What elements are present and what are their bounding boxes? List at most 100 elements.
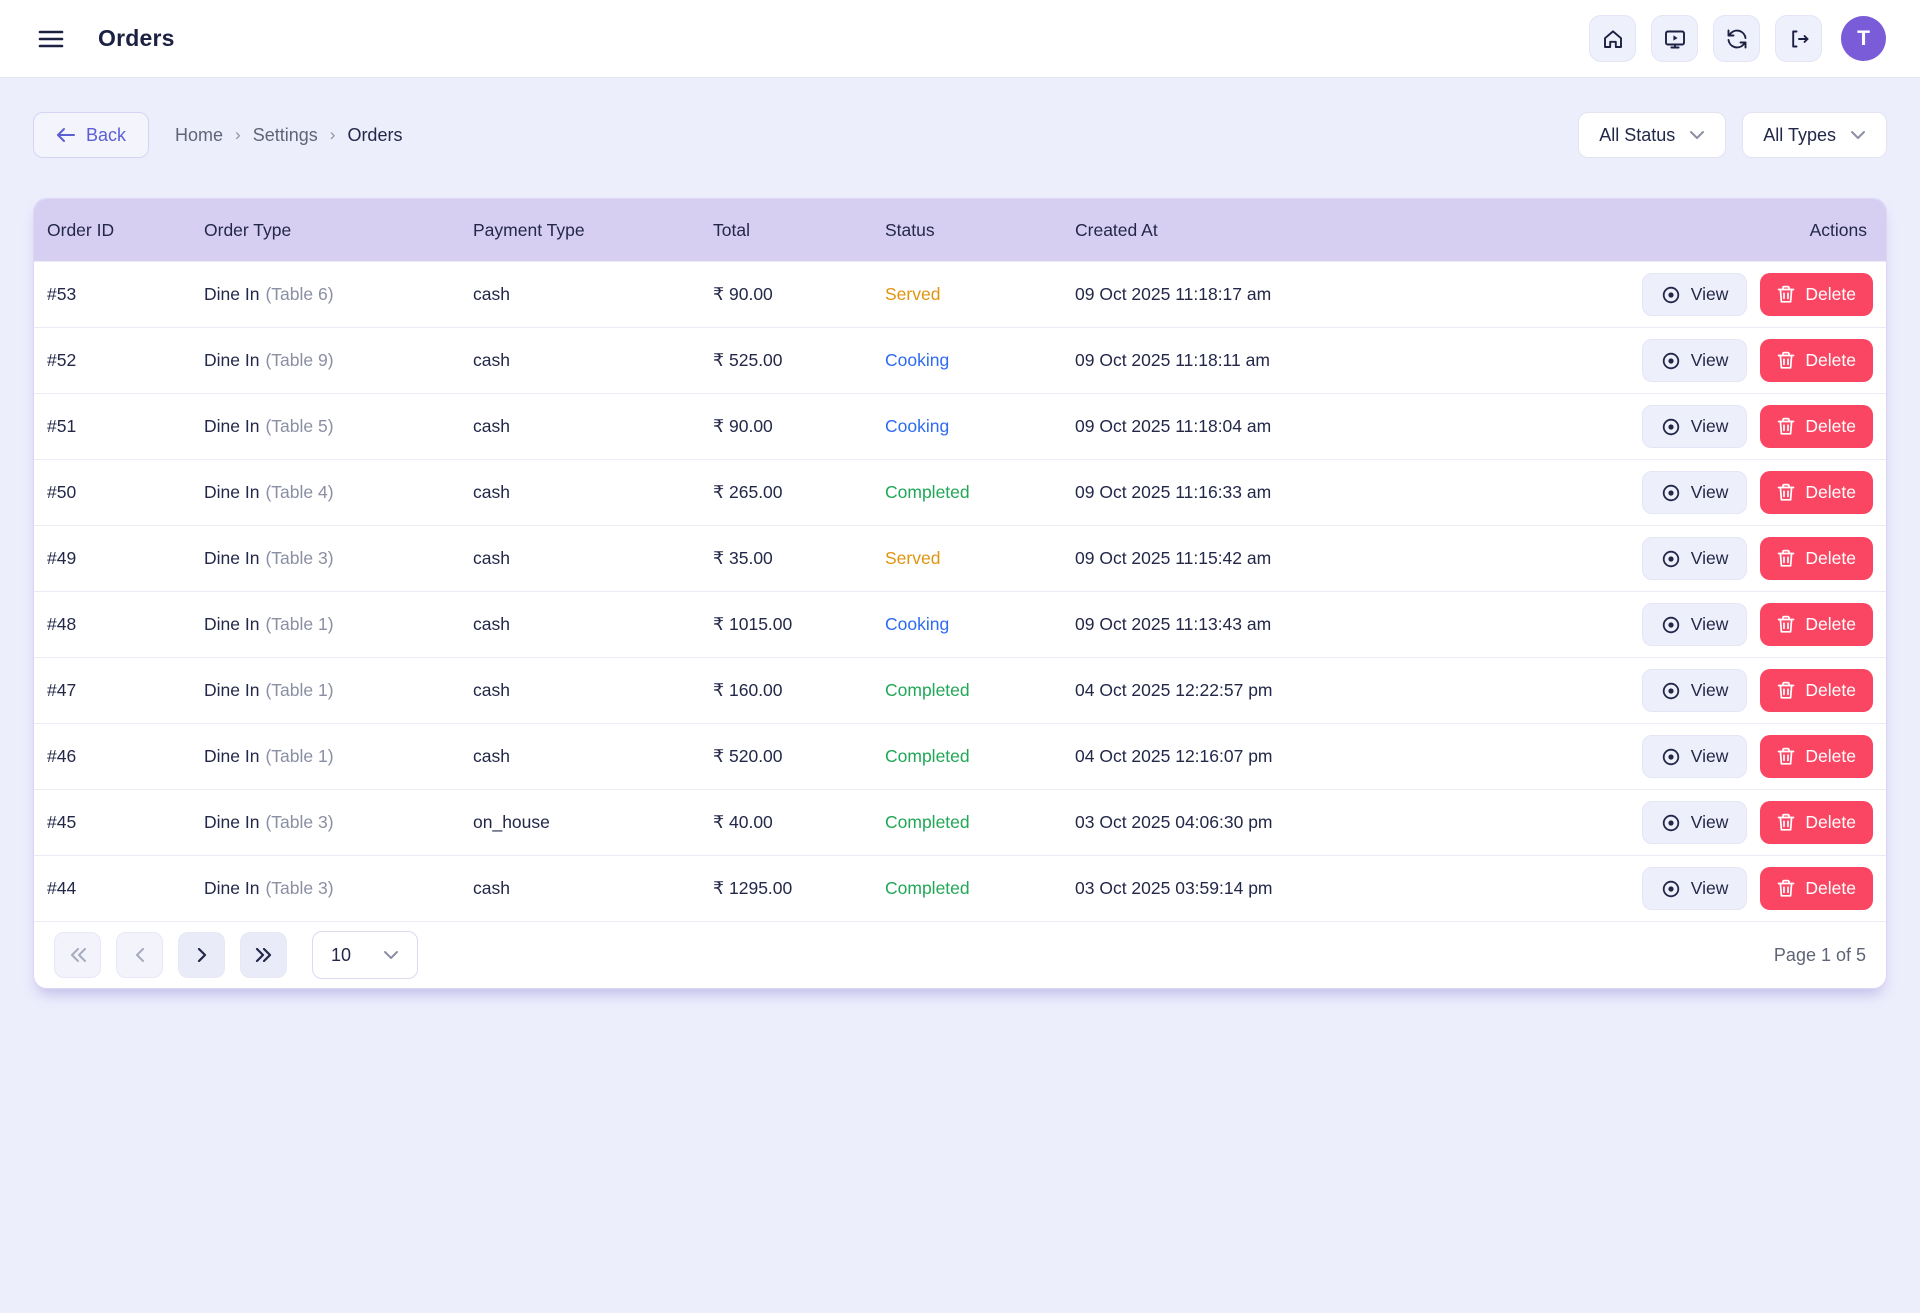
order-type: Dine In <box>204 482 259 503</box>
prev-page-button[interactable] <box>116 932 163 978</box>
view-button[interactable]: View <box>1642 867 1748 910</box>
delete-button[interactable]: Delete <box>1760 735 1873 778</box>
back-button-label: Back <box>86 125 126 146</box>
delete-button[interactable]: Delete <box>1760 603 1873 646</box>
view-button[interactable]: View <box>1642 537 1748 580</box>
eye-icon <box>1661 615 1681 635</box>
back-button[interactable]: Back <box>33 112 149 158</box>
delete-button-label: Delete <box>1805 350 1856 371</box>
delete-button-label: Delete <box>1805 746 1856 767</box>
order-table-label: (Table 1) <box>265 746 333 767</box>
hamburger-menu-button[interactable] <box>34 24 68 54</box>
avatar[interactable]: T <box>1841 16 1886 61</box>
order-table-label: (Table 6) <box>265 284 333 305</box>
view-button[interactable]: View <box>1642 735 1748 778</box>
page-size-select[interactable]: 10 <box>312 931 418 979</box>
chevron-left-icon <box>134 948 146 962</box>
first-page-button[interactable] <box>54 932 101 978</box>
page-title: Orders <box>98 25 175 52</box>
home-icon <box>1601 27 1625 51</box>
view-button-label: View <box>1691 746 1729 767</box>
table-row: #47 Dine In (Table 1) cash ₹ 160.00 Comp… <box>34 657 1886 723</box>
chevron-right-icon: › <box>330 125 336 145</box>
page-summary: Page 1 of 5 <box>1774 945 1866 966</box>
delete-button-label: Delete <box>1805 416 1856 437</box>
order-id: #45 <box>47 812 204 833</box>
payment-type: cash <box>473 614 713 635</box>
created-at: 04 Oct 2025 12:16:07 pm <box>1075 746 1613 767</box>
delete-button[interactable]: Delete <box>1760 405 1873 448</box>
order-id: #49 <box>47 548 204 569</box>
delete-button[interactable]: Delete <box>1760 273 1873 316</box>
order-total: ₹ 40.00 <box>713 812 885 833</box>
order-total: ₹ 90.00 <box>713 284 885 305</box>
order-table-label: (Table 4) <box>265 482 333 503</box>
page-size-value: 10 <box>331 945 351 966</box>
delete-button[interactable]: Delete <box>1760 669 1873 712</box>
display-button[interactable] <box>1651 15 1698 62</box>
view-button[interactable]: View <box>1642 603 1748 646</box>
order-table-label: (Table 3) <box>265 878 333 899</box>
trash-icon <box>1777 483 1795 502</box>
created-at: 09 Oct 2025 11:16:33 am <box>1075 482 1613 503</box>
trash-icon <box>1777 813 1795 832</box>
breadcrumb-home[interactable]: Home <box>175 125 223 146</box>
order-total: ₹ 160.00 <box>713 680 885 701</box>
view-button[interactable]: View <box>1642 339 1748 382</box>
order-id: #44 <box>47 878 204 899</box>
trash-icon <box>1777 417 1795 436</box>
created-at: 09 Oct 2025 11:18:17 am <box>1075 284 1613 305</box>
view-button-label: View <box>1691 878 1729 899</box>
delete-button[interactable]: Delete <box>1760 867 1873 910</box>
created-at: 09 Oct 2025 11:18:11 am <box>1075 350 1613 371</box>
created-at: 09 Oct 2025 11:13:43 am <box>1075 614 1613 635</box>
pagination: 10 <box>54 931 418 979</box>
created-at: 03 Oct 2025 03:59:14 pm <box>1075 878 1613 899</box>
logout-button[interactable] <box>1775 15 1822 62</box>
home-button[interactable] <box>1589 15 1636 62</box>
delete-button-label: Delete <box>1805 548 1856 569</box>
order-total: ₹ 90.00 <box>713 416 885 437</box>
last-page-button[interactable] <box>240 932 287 978</box>
delete-button[interactable]: Delete <box>1760 537 1873 580</box>
view-button-label: View <box>1691 548 1729 569</box>
trash-icon <box>1777 747 1795 766</box>
column-header-order-id: Order ID <box>47 220 204 241</box>
order-total: ₹ 35.00 <box>713 548 885 569</box>
view-button[interactable]: View <box>1642 471 1748 514</box>
order-total: ₹ 520.00 <box>713 746 885 767</box>
next-page-button[interactable] <box>178 932 225 978</box>
payment-type: cash <box>473 548 713 569</box>
view-button[interactable]: View <box>1642 273 1748 316</box>
view-button[interactable]: View <box>1642 801 1748 844</box>
table-row: #46 Dine In (Table 1) cash ₹ 520.00 Comp… <box>34 723 1886 789</box>
order-type: Dine In <box>204 614 259 635</box>
refresh-button[interactable] <box>1713 15 1760 62</box>
order-status: Completed <box>885 680 1075 701</box>
status-filter-dropdown[interactable]: All Status <box>1578 112 1726 158</box>
order-id: #53 <box>47 284 204 305</box>
table-row: #49 Dine In (Table 3) cash ₹ 35.00 Serve… <box>34 525 1886 591</box>
delete-button[interactable]: Delete <box>1760 471 1873 514</box>
type-filter-dropdown[interactable]: All Types <box>1742 112 1887 158</box>
payment-type: on_house <box>473 812 713 833</box>
table-rows: #53 Dine In (Table 6) cash ₹ 90.00 Serve… <box>34 261 1886 921</box>
eye-icon <box>1661 813 1681 833</box>
view-button[interactable]: View <box>1642 669 1748 712</box>
breadcrumb-settings[interactable]: Settings <box>253 125 318 146</box>
display-play-icon <box>1663 27 1687 51</box>
chevron-right-icon <box>196 948 208 962</box>
created-at: 09 Oct 2025 11:15:42 am <box>1075 548 1613 569</box>
topbar: Orders T <box>0 0 1920 78</box>
delete-button[interactable]: Delete <box>1760 801 1873 844</box>
logout-icon <box>1787 27 1811 51</box>
view-button[interactable]: View <box>1642 405 1748 448</box>
table-header: Order ID Order Type Payment Type Total S… <box>34 199 1886 261</box>
order-status: Cooking <box>885 614 1075 635</box>
order-status: Completed <box>885 482 1075 503</box>
delete-button[interactable]: Delete <box>1760 339 1873 382</box>
view-button-label: View <box>1691 284 1729 305</box>
delete-button-label: Delete <box>1805 284 1856 305</box>
breadcrumb: Home › Settings › Orders <box>175 125 402 146</box>
column-header-actions: Actions <box>1810 220 1873 241</box>
